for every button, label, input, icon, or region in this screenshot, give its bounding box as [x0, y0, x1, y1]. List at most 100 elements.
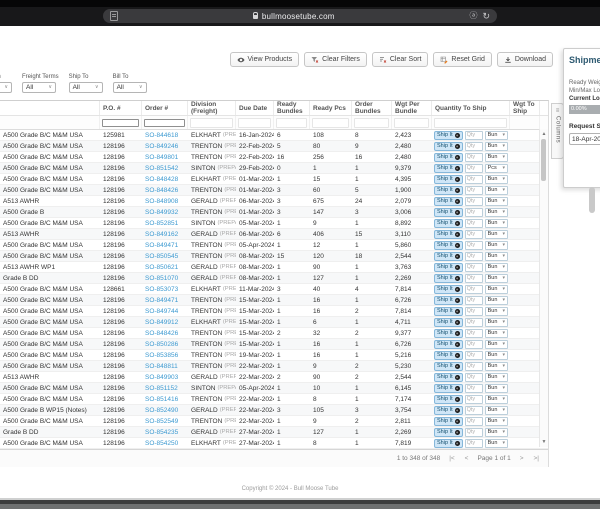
qty-input[interactable]	[465, 142, 483, 151]
order-link[interactable]: SO-849903	[145, 374, 178, 381]
ready-pcs-filter-box[interactable]	[312, 118, 349, 128]
unit-select[interactable]: Bun ▾	[485, 395, 508, 404]
unit-select[interactable]: Bun ▾	[485, 307, 508, 316]
qty-input[interactable]	[465, 395, 483, 404]
wgt-per-bundle-filter-box[interactable]	[394, 118, 429, 128]
order-link[interactable]: SO-849246	[145, 143, 178, 150]
unit-select[interactable]: Bun ▾	[485, 197, 508, 206]
qty-input[interactable]	[465, 340, 483, 349]
order-bundles-filter-box[interactable]	[354, 118, 389, 128]
ship-to-select[interactable]: All ∨	[69, 82, 103, 93]
qty-input[interactable]	[465, 285, 483, 294]
unit-select[interactable]: Bun ▾	[485, 329, 508, 338]
ship-it-button[interactable]: Ship It +	[434, 296, 463, 305]
qty-input[interactable]	[465, 197, 483, 206]
qty-input[interactable]	[465, 252, 483, 261]
ship-it-button[interactable]: Ship It +	[434, 395, 463, 404]
ship-it-button[interactable]: Ship It +	[434, 263, 463, 272]
unit-select[interactable]: Bun ▾	[485, 263, 508, 272]
clear-filters-button[interactable]: Clear Filters	[304, 52, 367, 67]
unit-select[interactable]: Bun ▾	[485, 351, 508, 360]
po-filter-input[interactable]	[102, 119, 139, 127]
unit-select[interactable]: Bun ▾	[485, 296, 508, 305]
reload-icon[interactable]: ↻	[482, 12, 490, 21]
unit-select[interactable]: Pcs ▾	[485, 164, 508, 173]
unit-select[interactable]: Bun ▾	[485, 417, 508, 426]
order-link[interactable]: SO-849932	[145, 209, 178, 216]
ship-it-button[interactable]: Ship It +	[434, 439, 463, 448]
order-link[interactable]: SO-844618	[145, 132, 178, 139]
order-link[interactable]: SO-853073	[145, 286, 178, 293]
header-po[interactable]: P.O. #	[100, 101, 142, 115]
order-link[interactable]: SO-850621	[145, 264, 178, 271]
ship-it-button[interactable]: Ship It +	[434, 318, 463, 327]
ship-it-button[interactable]: Ship It +	[434, 373, 463, 382]
ship-it-button[interactable]: Ship It +	[434, 208, 463, 217]
order-link[interactable]: SO-849801	[145, 154, 178, 161]
page-scrollbar-thumb[interactable]	[589, 187, 595, 213]
ship-it-button[interactable]: Ship It +	[434, 406, 463, 415]
header-product[interactable]	[0, 101, 100, 115]
qty-input[interactable]	[465, 131, 483, 140]
order-link[interactable]: SO-852851	[145, 220, 178, 227]
unit-select[interactable]: Bun ▾	[485, 186, 508, 195]
header-ready-pcs[interactable]: Ready Pcs	[310, 101, 352, 115]
qty-input[interactable]	[465, 263, 483, 272]
ship-it-button[interactable]: Ship It +	[434, 362, 463, 371]
qty-input[interactable]	[465, 351, 483, 360]
ready-bundles-filter-box[interactable]	[276, 118, 307, 128]
ship-it-button[interactable]: Ship It +	[434, 164, 463, 173]
grid-scrollbar[interactable]: ▲ ▼	[539, 129, 548, 447]
header-division[interactable]: Division (Freight)	[188, 101, 236, 115]
header-order[interactable]: Order #	[142, 101, 188, 115]
ship-it-button[interactable]: Ship It +	[434, 340, 463, 349]
qty-input[interactable]	[465, 362, 483, 371]
ship-it-button[interactable]: Ship It +	[434, 175, 463, 184]
unit-select[interactable]: Bun ▾	[485, 131, 508, 140]
unit-select[interactable]: Bun ▾	[485, 340, 508, 349]
location-select[interactable]: All ∨	[0, 82, 12, 93]
unit-select[interactable]: Bun ▾	[485, 384, 508, 393]
ship-it-button[interactable]: Ship It +	[434, 153, 463, 162]
qty-input[interactable]	[465, 274, 483, 283]
qty-input[interactable]	[465, 373, 483, 382]
order-link[interactable]: SO-849912	[145, 319, 178, 326]
unit-select[interactable]: Bun ▾	[485, 208, 508, 217]
qty-input[interactable]	[465, 208, 483, 217]
unit-select[interactable]: Bun ▾	[485, 318, 508, 327]
qty-input[interactable]	[465, 439, 483, 448]
qty-input[interactable]	[465, 164, 483, 173]
reset-grid-button[interactable]: Reset Grid	[433, 52, 491, 67]
header-wgt-per-bundle[interactable]: Wgt Per Bundle	[392, 101, 432, 115]
order-link[interactable]: SO-848428	[145, 176, 178, 183]
order-link[interactable]: SO-851152	[145, 385, 178, 392]
qty-input[interactable]	[465, 417, 483, 426]
unit-select[interactable]: Bun ▾	[485, 373, 508, 382]
order-link[interactable]: SO-848811	[145, 363, 178, 370]
unit-select[interactable]: Bun ▾	[485, 219, 508, 228]
order-link[interactable]: SO-851416	[145, 396, 178, 403]
ship-it-button[interactable]: Ship It +	[434, 307, 463, 316]
ship-it-button[interactable]: Ship It +	[434, 384, 463, 393]
qty-input[interactable]	[465, 329, 483, 338]
unit-select[interactable]: Bun ▾	[485, 362, 508, 371]
header-due-date[interactable]: Due Date	[236, 101, 274, 115]
order-link[interactable]: SO-848426	[145, 187, 178, 194]
header-wgt-to-ship[interactable]: Wgt To Ship	[510, 101, 540, 115]
translate-icon[interactable]: ⓐ	[469, 12, 477, 20]
unit-select[interactable]: Bun ▾	[485, 285, 508, 294]
freight-terms-select[interactable]: All ∨	[22, 82, 56, 93]
order-link[interactable]: SO-854250	[145, 440, 178, 447]
scrollbar-thumb[interactable]	[541, 139, 546, 181]
scroll-down-icon[interactable]: ▼	[540, 438, 548, 446]
ship-it-button[interactable]: Ship It +	[434, 417, 463, 426]
unit-select[interactable]: Bun ▾	[485, 428, 508, 437]
scroll-up-icon[interactable]: ▲	[540, 130, 548, 138]
order-link[interactable]: SO-851542	[145, 165, 178, 172]
order-link[interactable]: SO-852490	[145, 407, 178, 414]
qty-input[interactable]	[465, 406, 483, 415]
request-ship-date-input[interactable]: 18-Apr-2024	[569, 133, 600, 145]
order-link[interactable]: SO-849744	[145, 308, 178, 315]
unit-select[interactable]: Bun ▾	[485, 274, 508, 283]
ship-it-button[interactable]: Ship It +	[434, 285, 463, 294]
